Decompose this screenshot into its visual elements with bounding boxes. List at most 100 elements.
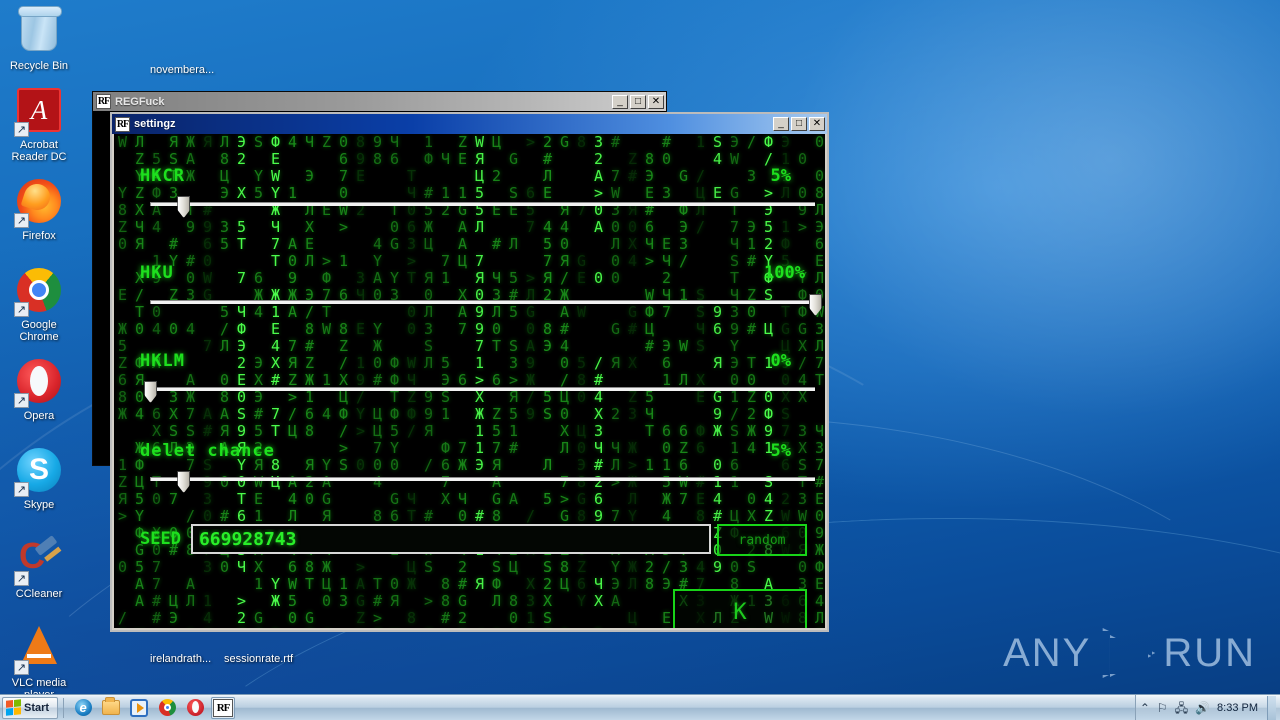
chrome-icon: [158, 699, 176, 716]
skype-icon: ↗: [14, 448, 63, 497]
taskbar-separator: [63, 697, 65, 718]
desktop-icon-skype[interactable]: ↗ Skype: [4, 448, 74, 511]
regfuck-titlebar[interactable]: RF REGFuck _ □ ✕: [93, 92, 666, 111]
desktop-icon-ccleaner[interactable]: ↗ CCleaner: [4, 535, 74, 600]
slider-group-hku: HKU 100%: [114, 246, 825, 316]
shortcut-arrow-icon: ↗: [14, 571, 29, 586]
shortcut-arrow-icon: ↗: [14, 660, 29, 675]
windows-logo-icon: [6, 699, 21, 716]
desktop-icon-label: Recycle Bin: [9, 60, 69, 72]
slider-label-hku: HKU: [140, 263, 174, 283]
desktop-icon-google-chrome[interactable]: ↗ Google Chrome: [4, 268, 74, 343]
settingz-window-title: settingz: [134, 118, 176, 130]
slider-group-delet-chance: delet chance 5%: [114, 426, 825, 493]
recycle-bin-icon: [15, 6, 63, 57]
seed-row: SEED: [140, 524, 711, 554]
slider-value-hku: 100%: [764, 263, 805, 283]
watermark-run-text: RUN: [1163, 630, 1256, 675]
taskbar: Start RF ⌃ ⚐ 🖧 🔊 8:33 PM: [0, 694, 1280, 720]
slider-value-delet-chance: 5%: [770, 441, 791, 461]
regfuck-maximize-button[interactable]: □: [630, 94, 646, 109]
acrobat-reader-icon: ↗: [14, 88, 63, 137]
taskbar-media-player[interactable]: [127, 697, 151, 719]
settingz-titlebar[interactable]: RF settingz _ □ ✕: [112, 114, 827, 134]
ok-button[interactable]: K: [673, 589, 807, 628]
shortcut-arrow-icon: ↗: [14, 302, 29, 317]
internet-explorer-icon: [74, 699, 92, 716]
desktop-icon-opera[interactable]: ↗ Opera: [4, 359, 74, 422]
random-seed-button[interactable]: random: [717, 524, 807, 556]
slider-track: [150, 477, 815, 481]
network-icon[interactable]: 🖧: [1175, 702, 1188, 714]
desktop-icon-label: Opera: [23, 410, 55, 422]
taskbar-explorer[interactable]: [99, 697, 123, 719]
desktop-icon-recycle-bin[interactable]: Recycle Bin: [4, 6, 74, 72]
settingz-minimize-button[interactable]: _: [773, 117, 789, 131]
slider-track: [150, 300, 815, 304]
slider-delet-chance[interactable]: [150, 471, 815, 493]
settingz-window[interactable]: RF settingz _ □ ✕ W Y 8 Z 0 E Ж 5 Z 6 8 …: [110, 112, 829, 632]
desktop-icon-label: Acrobat Reader DC: [11, 139, 67, 163]
regfuck-close-button[interactable]: ✕: [648, 94, 664, 109]
firefox-icon: ↗: [14, 179, 63, 228]
settingz-close-button[interactable]: ✕: [809, 117, 825, 131]
slider-value-hkcr: 5%: [770, 166, 791, 186]
regfuck-window-title: REGFuck: [115, 95, 165, 108]
desktop-icon-column-1: Recycle Bin ↗ Acrobat Reader DC ↗ Firefo…: [4, 6, 74, 713]
seed-label: SEED: [140, 529, 181, 549]
regfuck-task-icon: RF: [213, 698, 234, 717]
slider-hkcr[interactable]: [150, 196, 815, 218]
slider-thumb-hkcr[interactable]: [177, 196, 191, 218]
system-tray: ⌃ ⚐ 🖧 🔊 8:33 PM: [1134, 694, 1280, 720]
seed-input[interactable]: [190, 524, 711, 554]
taskbar-regfuck-task[interactable]: RF: [211, 696, 236, 719]
slider-label-delet-chance: delet chance: [140, 441, 275, 461]
opera-icon: ↗: [14, 359, 63, 408]
slider-hku[interactable]: [150, 294, 822, 316]
play-triangle-icon: [1099, 628, 1155, 678]
slider-track: [150, 202, 815, 206]
shortcut-arrow-icon: ↗: [14, 482, 29, 497]
slider-label-hklm: HKLM: [140, 351, 185, 371]
regfuck-app-icon: RF: [96, 94, 111, 109]
settingz-content-area: W Y 8 Z 0 E Ж 5 Z 6 8 Ж 1 Z Я > 0 / 8 0 …: [114, 134, 825, 628]
slider-group-hkcr: HKCR 5%: [114, 156, 825, 218]
taskbar-chrome[interactable]: [155, 697, 179, 719]
desktop-icon-label: CCleaner: [15, 588, 63, 600]
watermark-any-text: ANY: [1003, 630, 1092, 675]
vlc-icon: ↗: [14, 626, 63, 675]
regfuck-minimize-button[interactable]: _: [612, 94, 628, 109]
shortcut-arrow-icon: ↗: [14, 393, 29, 408]
show-hidden-icons-icon[interactable]: ⌃: [1140, 702, 1150, 714]
slider-thumb-delet-chance[interactable]: [177, 471, 191, 493]
slider-group-hklm: HKLM 0%: [114, 336, 825, 403]
shortcut-arrow-icon: ↗: [14, 213, 29, 228]
desktop-file-irelandrath[interactable]: irelandrath...: [150, 653, 226, 665]
desktop-icon-acrobat-reader[interactable]: ↗ Acrobat Reader DC: [4, 88, 74, 163]
settingz-window-controls: _ □ ✕: [773, 117, 825, 131]
desktop-file-sessionrate[interactable]: sessionrate.rtf: [224, 653, 314, 665]
settingz-app-icon: RF: [115, 116, 130, 132]
slider-thumb-hku[interactable]: [809, 294, 822, 316]
media-player-icon: [130, 698, 149, 717]
shortcut-arrow-icon: ↗: [14, 122, 29, 137]
taskbar-clock[interactable]: 8:33 PM: [1217, 702, 1258, 714]
show-desktop-button[interactable]: [1267, 695, 1276, 720]
slider-label-hkcr: HKCR: [140, 166, 185, 186]
network-flag-icon[interactable]: ⚐: [1157, 702, 1168, 714]
slider-thumb-hklm[interactable]: [144, 381, 157, 403]
volume-icon[interactable]: 🔊: [1195, 702, 1210, 714]
desktop-icon-label: Skype: [23, 499, 55, 511]
taskbar-opera[interactable]: [183, 697, 207, 719]
slider-hklm[interactable]: [144, 381, 815, 403]
desktop-icon-firefox[interactable]: ↗ Firefox: [4, 179, 74, 242]
explorer-folder-icon: [102, 697, 121, 715]
desktop-icon-vlc[interactable]: ↗ VLC media player: [4, 626, 74, 701]
slider-value-hklm: 0%: [770, 351, 791, 371]
start-button[interactable]: Start: [2, 696, 59, 719]
taskbar-internet-explorer[interactable]: [71, 697, 95, 719]
slider-track: [150, 387, 815, 391]
settingz-maximize-button[interactable]: □: [791, 117, 807, 131]
ccleaner-icon: ↗: [14, 535, 63, 586]
desktop-file-novembera[interactable]: novembera...: [150, 64, 220, 76]
